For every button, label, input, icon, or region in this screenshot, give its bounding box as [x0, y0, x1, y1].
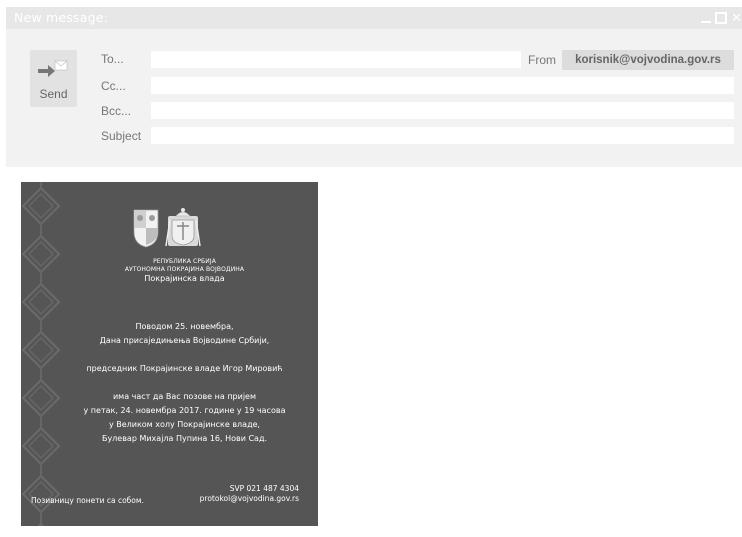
invite-occasion-line1: Поводом 25. новембра, [135, 322, 234, 331]
invite-contact: SVP 021 487 4304 protokol@vojvodina.gov.… [200, 484, 299, 504]
invite-line2: у петак, 24. новембра 2017. године у 19 … [83, 406, 286, 415]
send-label: Send [39, 87, 68, 101]
invitation-card: РЕПУБЛИКА СРБИЈА АУТОНОМНА ПОКРАЈИНА ВОЈ… [21, 182, 318, 526]
to-label[interactable]: To... [101, 52, 124, 66]
compose-header: Send To... From korisnik@vojvodina.gov.r… [6, 29, 742, 167]
coat-of-arms-logo [133, 208, 201, 248]
invite-line3: у Великом холу Покрајинске владе, [108, 420, 261, 429]
window-controls: ✕ [701, 9, 742, 27]
maximize-icon[interactable] [715, 12, 728, 24]
minimize-icon[interactable] [701, 21, 712, 23]
invite-republic: РЕПУБЛИКА СРБИЈА [153, 258, 216, 265]
window-title: New message: [14, 10, 109, 25]
to-input[interactable] [151, 51, 521, 68]
invite-line4: Булевар Михајла Пупина 16, Нови Сад. [101, 434, 268, 443]
invite-rsvp: SVP 021 487 4304 [229, 484, 299, 493]
from-label: From [528, 53, 556, 67]
invite-email: protokol@vojvodina.gov.rs [199, 494, 299, 503]
window-titlebar: New message: ✕ [6, 7, 742, 29]
subject-label: Subject [101, 129, 142, 143]
close-icon[interactable]: ✕ [731, 11, 742, 26]
ornament-pattern [21, 182, 61, 526]
bcc-label[interactable]: Bcc... [101, 104, 131, 118]
invite-occasion-line2: Дана присаједињења Војводине Србији, [99, 336, 270, 345]
invite-host: председник Покрајинске владе Игор Мирови… [86, 364, 283, 373]
from-address[interactable]: korisnik@vojvodina.gov.rs [562, 50, 734, 70]
send-icon [38, 60, 68, 77]
send-button[interactable]: Send [30, 50, 77, 107]
invite-government: Покрајинска влада [144, 274, 225, 283]
bcc-input[interactable] [151, 102, 734, 119]
invite-province: АУТОНОМНА ПОКРАЈИНА ВОЈВОДИНА [124, 266, 245, 273]
cc-label[interactable]: Cc... [101, 79, 126, 93]
cc-input[interactable] [151, 77, 734, 94]
subject-input[interactable] [151, 127, 734, 144]
invite-note: Позивницу понети са собом. [31, 496, 144, 505]
invite-line1: има част да Вас позове на пријем [112, 392, 257, 401]
